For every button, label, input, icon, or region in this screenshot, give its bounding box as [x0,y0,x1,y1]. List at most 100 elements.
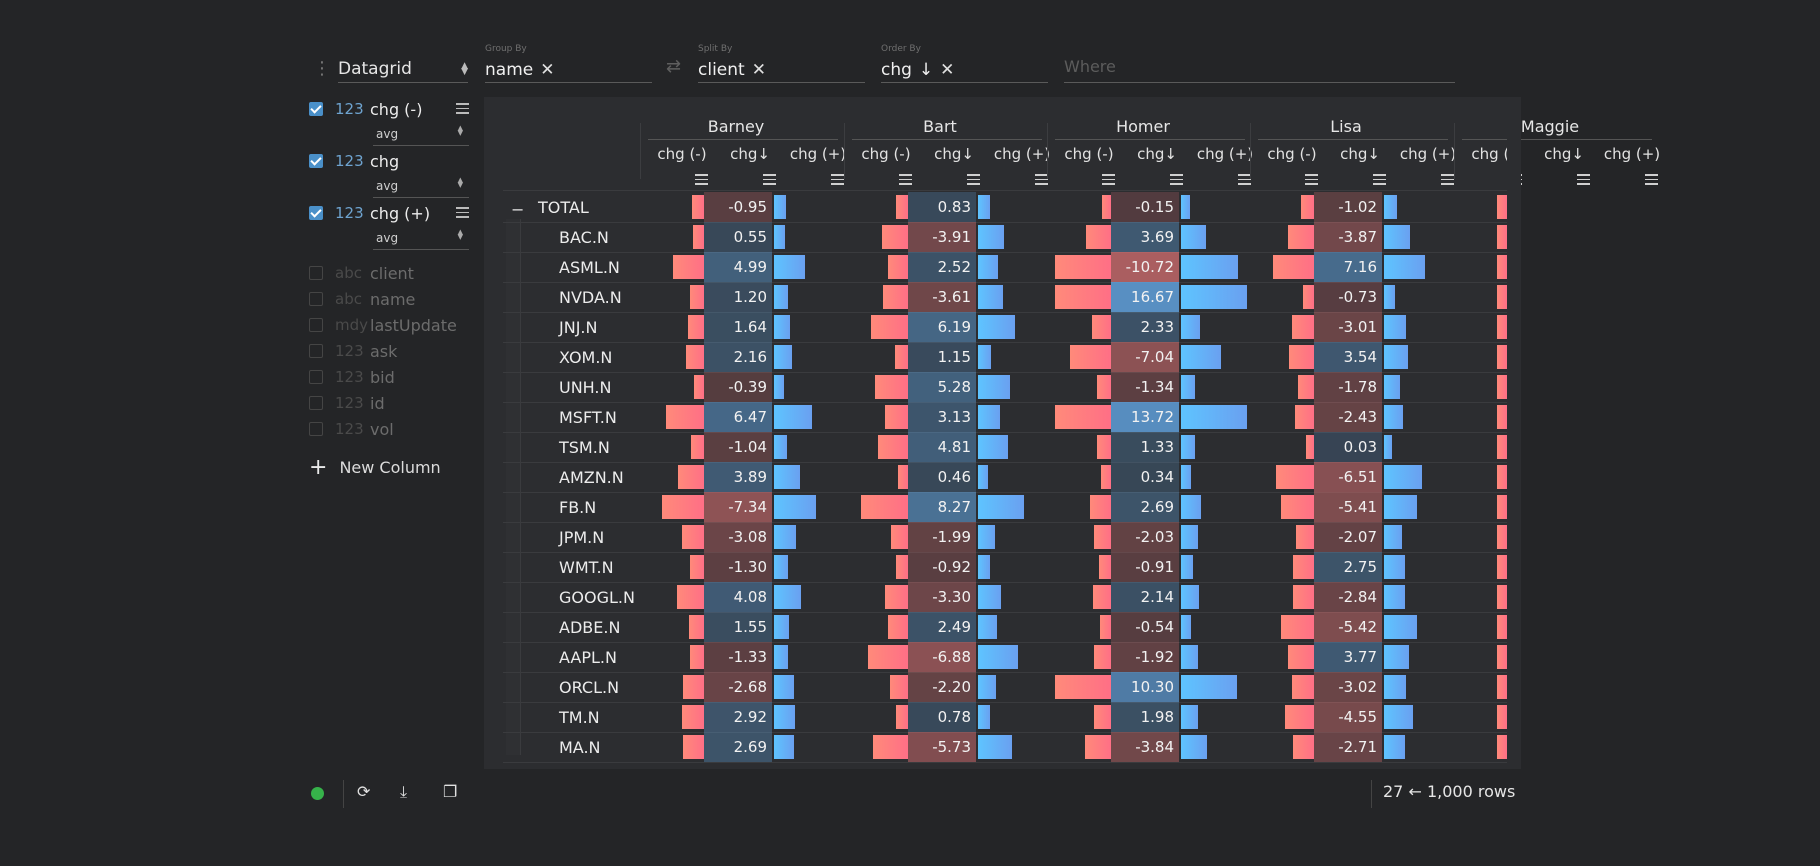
inactive-column-row[interactable]: 123 vol [309,417,469,441]
value-cell[interactable]: 4.99 [704,252,772,282]
column-header[interactable]: chg (-) [648,145,716,163]
value-cell[interactable]: -1.99 [908,522,976,552]
value-cell[interactable]: -1.33 [704,642,772,672]
remove-group-by-icon[interactable]: ✕ [540,60,554,80]
column-drag-icon[interactable] [456,103,469,117]
aggregate-select[interactable]: avg ▲ ▼ [373,229,469,250]
row-label[interactable]: MSFT.N [559,408,617,427]
column-header[interactable]: chg (-) [852,145,920,163]
value-cell[interactable]: 2.69 [1111,492,1179,522]
value-cell[interactable]: -1.34 [1111,372,1179,402]
column-header[interactable]: chg (+) [1394,145,1462,163]
value-cell[interactable]: 2.14 [1111,582,1179,612]
value-cell[interactable]: 2.69 [704,732,772,762]
collapse-icon[interactable]: − [511,200,524,219]
value-cell[interactable]: -3.02 [1314,672,1382,702]
value-cell[interactable]: -3.91 [908,222,976,252]
value-cell[interactable]: -2.43 [1314,402,1382,432]
value-cell[interactable]: 1.33 [1111,432,1179,462]
row-label[interactable]: AMZN.N [559,468,624,487]
row-label[interactable]: ADBE.N [559,618,620,637]
value-cell[interactable]: 0.34 [1111,462,1179,492]
value-cell[interactable]: 2.52 [908,252,976,282]
value-cell[interactable]: 3.77 [1314,642,1382,672]
column-menu-icon[interactable] [1645,174,1658,188]
value-cell[interactable]: -2.71 [1314,732,1382,762]
order-by-pill[interactable]: chg ↓ ✕ [881,60,954,80]
value-cell[interactable]: -3.87 [1314,222,1382,252]
remove-split-by-icon[interactable]: ✕ [752,60,766,80]
copy-icon[interactable]: ❐ [443,782,457,801]
value-cell[interactable]: -2.03 [1111,522,1179,552]
column-menu-icon[interactable] [763,174,776,188]
row-label[interactable]: ASML.N [559,258,620,277]
value-cell[interactable]: 1.98 [1111,702,1179,732]
inactive-column-row[interactable]: mdy lastUpdate [309,313,469,337]
value-cell[interactable]: -1.78 [1314,372,1382,402]
value-cell[interactable]: 0.83 [908,192,976,222]
row-label[interactable]: AAPL.N [559,648,617,667]
value-cell[interactable]: 1.20 [704,282,772,312]
row-label[interactable]: XOM.N [559,348,612,367]
column-checkbox[interactable] [309,102,323,116]
inactive-column-row[interactable]: 123 id [309,391,469,415]
split-group-header[interactable]: Bart [880,117,1000,136]
column-drag-icon[interactable] [456,207,469,221]
column-menu-icon[interactable] [1305,174,1318,188]
value-cell[interactable]: 1.64 [704,312,772,342]
column-header[interactable]: chg (+) [1598,145,1666,163]
column-header[interactable]: chg (-) [1258,145,1326,163]
value-cell[interactable]: 2.92 [704,702,772,732]
column-menu-icon[interactable] [1170,174,1183,188]
split-by-pill[interactable]: client ✕ [698,60,766,80]
value-cell[interactable]: 2.75 [1314,552,1382,582]
column-header[interactable]: chg (-) [1055,145,1123,163]
download-icon[interactable]: ⤓ [400,782,407,802]
column-menu-icon[interactable] [1102,174,1115,188]
group-by-box[interactable]: Group By name ✕ [485,44,652,83]
inactive-column-row[interactable]: abc name [309,287,469,311]
value-cell[interactable]: 0.78 [908,702,976,732]
column-checkbox[interactable] [309,370,323,384]
row-label[interactable]: JNJ.N [559,318,597,337]
value-cell[interactable]: 0.55 [704,222,772,252]
split-group-header[interactable]: Barney [676,117,796,136]
value-cell[interactable]: -0.15 [1111,192,1179,222]
value-cell[interactable]: 4.81 [908,432,976,462]
column-checkbox[interactable] [309,422,323,436]
active-column-row[interactable]: 123 chg (+) [309,201,469,225]
new-column-button[interactable]: + New Column [309,456,441,478]
value-cell[interactable]: -3.30 [908,582,976,612]
column-header[interactable]: chg↓ [920,145,988,163]
column-checkbox[interactable] [309,154,323,168]
row-label[interactable]: ORCL.N [559,678,619,697]
value-cell[interactable]: 13.72 [1111,402,1179,432]
column-menu-icon[interactable] [831,174,844,188]
column-menu-icon[interactable] [1577,174,1590,188]
inactive-column-row[interactable]: 123 ask [309,339,469,363]
row-label[interactable]: GOOGL.N [559,588,635,607]
value-cell[interactable]: -5.42 [1314,612,1382,642]
aggregate-select[interactable]: avg ▲ ▼ [373,125,469,146]
value-cell[interactable]: -0.92 [908,552,976,582]
value-cell[interactable]: 6.19 [908,312,976,342]
value-cell[interactable]: -2.84 [1314,582,1382,612]
split-group-header[interactable]: Homer [1083,117,1203,136]
value-cell[interactable]: -0.91 [1111,552,1179,582]
value-cell[interactable]: -3.01 [1314,312,1382,342]
value-cell[interactable]: 2.49 [908,612,976,642]
value-cell[interactable]: -3.61 [908,282,976,312]
value-cell[interactable]: -5.73 [908,732,976,762]
column-menu-icon[interactable] [695,174,708,188]
value-cell[interactable]: -0.73 [1314,282,1382,312]
column-header[interactable]: chg↓ [1530,145,1598,163]
value-cell[interactable]: 3.69 [1111,222,1179,252]
column-header[interactable]: chg (+) [1191,145,1259,163]
column-checkbox[interactable] [309,206,323,220]
value-cell[interactable]: -5.41 [1314,492,1382,522]
row-label[interactable]: FB.N [559,498,596,517]
value-cell[interactable]: -6.88 [908,642,976,672]
order-by-box[interactable]: Order By chg ↓ ✕ [881,44,1048,83]
refresh-icon[interactable]: ⟳ [357,782,370,801]
value-cell[interactable]: -3.84 [1111,732,1179,762]
